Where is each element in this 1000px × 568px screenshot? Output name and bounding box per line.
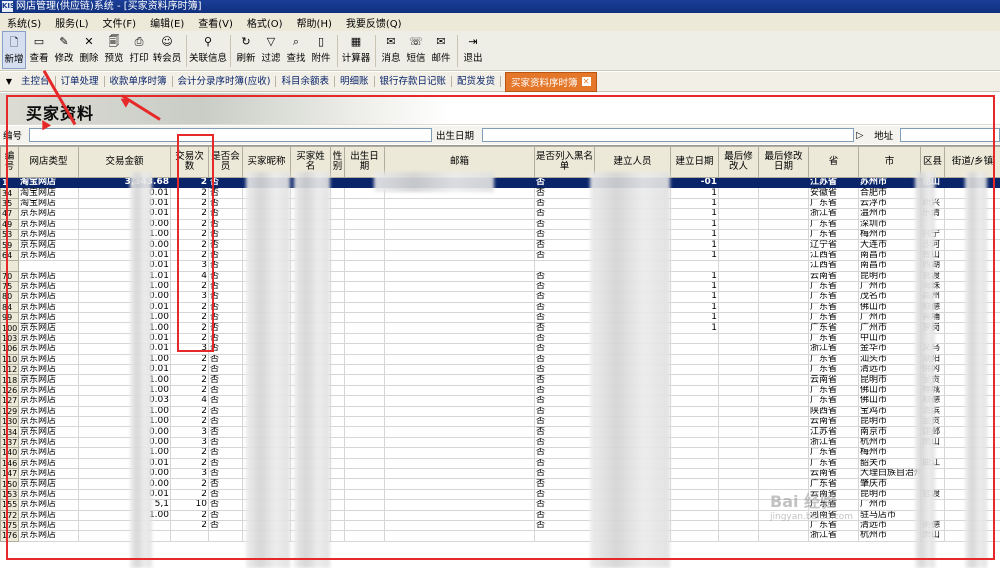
refresh-button[interactable]: ↻ 刷新	[234, 31, 258, 69]
toolbar-label: 查看	[29, 53, 49, 64]
filter-icon: ▽	[266, 35, 276, 48]
attach-icon: ▯	[317, 35, 325, 48]
toolbar-label: 过滤	[261, 53, 281, 64]
toolbar-label: 修改	[54, 53, 74, 64]
member-icon: ☺	[161, 35, 173, 48]
toolbar-label: 查找	[286, 53, 306, 64]
nav-link[interactable]: 会计分录序时簿(应收)	[173, 76, 277, 87]
menu-item[interactable]: 文件(F)	[96, 15, 144, 30]
message-icon: ✉	[386, 35, 396, 48]
print-icon: ⎙	[134, 35, 144, 48]
message-button[interactable]: ✉ 消息	[379, 31, 403, 69]
new-button[interactable]: 🗋 新增	[2, 31, 26, 69]
watermark: Bai 经验	[770, 492, 837, 511]
toolbar: 🗋 新增 ▭ 查看 ✎ 修改 ✕ 删除 🗐 预览 ⎙ 打印 ☺ 转会员 ⚲ 关联信息 ↻ 刷新 ▽ 过滤 ⌕ 查找 ▯ 附件 ▦…	[0, 31, 1000, 71]
nav-link[interactable]: 银行存款日记账	[375, 76, 453, 87]
delete-button[interactable]: ✕ 删除	[77, 31, 101, 69]
edit-icon: ✎	[59, 35, 69, 48]
toolbar-label: 删除	[79, 53, 99, 64]
toolbar-separator	[186, 35, 187, 67]
view-icon: ▭	[33, 35, 45, 48]
link-button[interactable]: ⚲ 关联信息	[189, 31, 228, 69]
new-icon: 🗋	[9, 36, 19, 49]
menu-item[interactable]: 编辑(E)	[143, 15, 191, 30]
menu-item[interactable]: 帮助(H)	[290, 15, 339, 30]
nav-link[interactable]: 配货发货	[452, 76, 502, 87]
toolbar-separator	[457, 35, 458, 67]
find-icon: ⌕	[292, 35, 300, 48]
toolbar-label: 新增	[4, 54, 24, 65]
sms-icon: ☏	[409, 35, 423, 48]
toolbar-label: 短信	[406, 53, 426, 64]
filter-button[interactable]: ▽ 过滤	[259, 31, 283, 69]
exit-icon: ⇥	[468, 35, 478, 48]
nav-link[interactable]: 科目余额表	[276, 76, 335, 87]
app-icon: KIS	[2, 1, 16, 12]
toolbar-label: 转会员	[152, 53, 182, 64]
mail-button[interactable]: ✉ 邮件	[429, 31, 453, 69]
preview-button[interactable]: 🗐 预览	[102, 31, 126, 69]
sms-button[interactable]: ☏ 短信	[404, 31, 428, 69]
print-button[interactable]: ⎙ 打印	[127, 31, 151, 69]
refresh-icon: ↻	[241, 35, 251, 48]
menu-item[interactable]: 服务(L)	[48, 15, 95, 30]
preview-icon: 🗐	[108, 35, 120, 48]
toolbar-separator	[230, 35, 231, 67]
menu-item[interactable]: 我要反馈(Q)	[339, 15, 409, 30]
nav-bar: ▼ 主控台 订单处理 收款单序时簿 会计分录序时簿(应收) 科目余额表 明细账 银行存款日记…	[0, 71, 1000, 92]
annotation-count-box	[177, 134, 214, 352]
menu-item[interactable]: 查看(V)	[191, 15, 240, 30]
nav-link[interactable]: 收款单序时簿	[105, 76, 173, 87]
nav-link[interactable]: 订单处理	[56, 76, 105, 87]
window-title: 网店管理(供应链)系统 - [买家资料序时簿]	[16, 1, 202, 12]
calculator-button[interactable]: ▦ 计算器	[341, 31, 371, 69]
toolbar-label: 退出	[463, 53, 483, 64]
toolbar-label: 计算器	[341, 53, 371, 64]
toolbar-label: 刷新	[236, 53, 256, 64]
tab-label: 买家资料序时簿	[511, 77, 578, 89]
menu-bar: 系统(S) 服务(L) 文件(F) 编辑(E) 查看(V) 格式(O) 帮助(H) 我要反馈(…	[0, 13, 1000, 31]
window-titlebar: KIS 网店管理(供应链)系统 - [买家资料序时簿]	[0, 0, 1000, 13]
toolbar-label: 打印	[129, 53, 149, 64]
toolbar-label: 预览	[104, 53, 124, 64]
toolbar-label: 邮件	[431, 53, 451, 64]
toolbar-label: 附件	[311, 53, 331, 64]
edit-button[interactable]: ✎ 修改	[52, 31, 76, 69]
toolbar-label: 关联信息	[189, 53, 228, 64]
delete-icon: ✕	[84, 35, 94, 48]
menu-item[interactable]: 格式(O)	[240, 15, 290, 30]
exit-button[interactable]: ⇥ 退出	[461, 31, 485, 69]
find-button[interactable]: ⌕ 查找	[284, 31, 308, 69]
nav-dropdown-icon[interactable]: ▼	[2, 77, 16, 86]
member-button[interactable]: ☺ 转会员	[152, 31, 182, 69]
toolbar-separator	[375, 35, 376, 67]
close-tab-icon[interactable]: ✕	[581, 77, 591, 86]
attach-button[interactable]: ▯ 附件	[309, 31, 333, 69]
calculator-icon: ▦	[350, 35, 362, 48]
view-button[interactable]: ▭ 查看	[27, 31, 51, 69]
tab-buyer-list[interactable]: 买家资料序时簿 ✕	[505, 71, 597, 92]
toolbar-label: 消息	[381, 53, 401, 64]
link-icon: ⚲	[203, 35, 213, 48]
mail-icon: ✉	[436, 35, 446, 48]
toolbar-separator	[337, 35, 338, 67]
menu-item[interactable]: 系统(S)	[0, 15, 48, 30]
watermark-url: jingyan.baidu.com	[770, 512, 854, 522]
annotation-frame	[6, 95, 995, 560]
nav-link[interactable]: 明细账	[335, 76, 375, 87]
